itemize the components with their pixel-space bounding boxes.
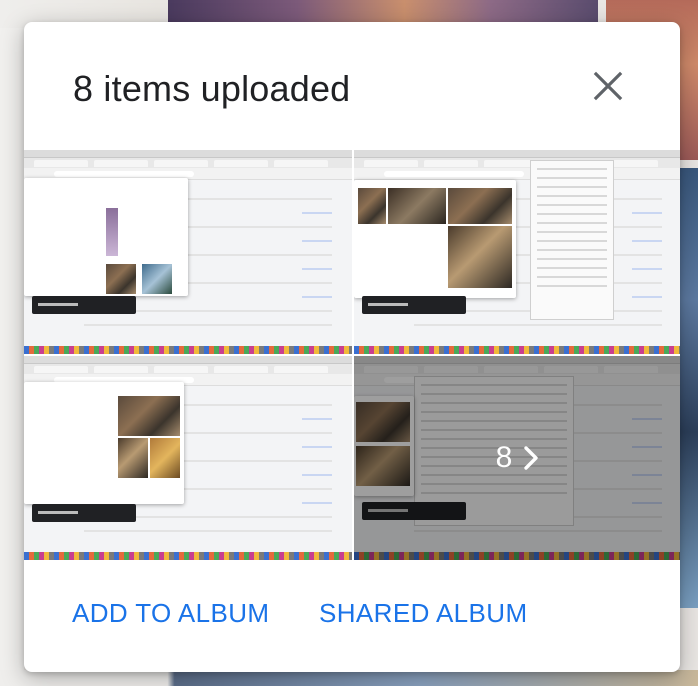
- screenshot-popup: [24, 178, 188, 296]
- uploaded-thumbnails-grid: 8: [24, 150, 680, 560]
- chevron-right-icon: [524, 446, 539, 470]
- screenshot-tabs: [24, 158, 352, 168]
- screenshot-dock: [24, 346, 352, 354]
- screenshot-menubar: [354, 150, 680, 158]
- screenshot-popup: [24, 382, 184, 504]
- uploaded-thumbnail[interactable]: [24, 150, 352, 354]
- screenshot-toast: [32, 296, 136, 314]
- dialog-title: 8 items uploaded: [73, 68, 351, 109]
- shared-album-button[interactable]: SHARED ALBUM: [319, 598, 528, 629]
- screenshot-popup: [354, 180, 516, 298]
- uploaded-thumbnail-more[interactable]: 8: [354, 356, 680, 560]
- screenshot-toast: [32, 504, 136, 522]
- background-photo: [0, 670, 698, 686]
- more-items-indicator: 8: [496, 441, 541, 475]
- uploaded-thumbnail[interactable]: [24, 356, 352, 560]
- screenshot-side-window: [530, 160, 614, 320]
- screenshot-urlbar: [354, 168, 680, 180]
- background-photo: [680, 168, 698, 608]
- screenshot-menubar: [24, 150, 352, 158]
- screenshot-dock: [24, 552, 352, 560]
- background-photo: [168, 0, 598, 24]
- uploaded-thumbnail[interactable]: [354, 150, 680, 354]
- screenshot-tabs: [24, 364, 352, 374]
- more-items-overlay[interactable]: 8: [354, 356, 680, 560]
- close-icon: [593, 71, 623, 101]
- screenshot-toast: [362, 296, 466, 314]
- more-items-count: 8: [495, 441, 513, 474]
- upload-complete-dialog: 8 items uploaded 8 ADD TO ALBUM SHARED A…: [24, 22, 680, 672]
- background-tile: [0, 28, 24, 670]
- screenshot-tabs: [354, 158, 680, 168]
- screenshot-menubar: [24, 356, 352, 364]
- screenshot-dock: [354, 346, 680, 354]
- dialog-actions: ADD TO ALBUM SHARED ALBUM: [24, 560, 680, 672]
- add-to-album-button[interactable]: ADD TO ALBUM: [72, 598, 269, 629]
- close-button[interactable]: [588, 66, 628, 106]
